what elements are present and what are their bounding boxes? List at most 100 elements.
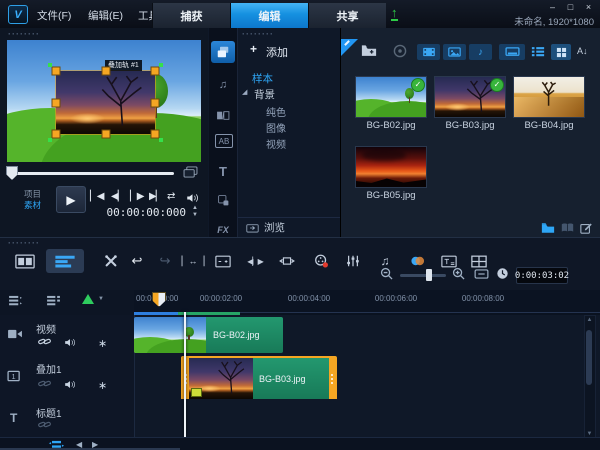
playhead-flag[interactable]	[152, 292, 166, 307]
gallery-item-name[interactable]: BG-B02.jpg	[352, 120, 430, 131]
filter-audio-icon[interactable]: ♪	[469, 44, 492, 60]
tree-item-sample[interactable]: 样本	[252, 71, 273, 86]
close-button[interactable]: ×	[581, 1, 596, 12]
rotate-handle[interactable]	[48, 138, 52, 142]
tab-share[interactable]: 共享	[308, 3, 386, 28]
gallery-item-thumbnail[interactable]	[514, 77, 584, 117]
graphics-category-icon[interactable]: AB	[215, 134, 233, 148]
gallery-item-thumbnail[interactable]: ✓	[356, 77, 426, 117]
split-clip-icon[interactable]: ◀▏▶	[242, 249, 268, 273]
link-toggle-icon[interactable]	[38, 337, 51, 346]
loop-button[interactable]: ⇄	[167, 191, 175, 202]
timeline-ruler[interactable]: 00:00:00:00 00:00:02:00 00:00:04:00 00:0…	[134, 290, 600, 313]
resize-handle[interactable]	[51, 66, 61, 76]
transition-category-icon[interactable]	[211, 105, 235, 125]
timeline-timecode[interactable]: 0:00:03:02	[515, 267, 569, 284]
audio-category-icon[interactable]: ♫	[211, 75, 235, 95]
link-toggle-icon[interactable]	[38, 379, 51, 388]
resize-handle[interactable]	[101, 66, 110, 76]
rotate-handle[interactable]	[159, 63, 163, 67]
rotate-handle[interactable]	[159, 138, 163, 142]
preview-viewport[interactable]: 叠加轨 #1	[7, 40, 201, 162]
step-forward-button[interactable]: ▏▶	[130, 191, 144, 202]
show-library-icon[interactable]	[499, 44, 525, 60]
timeline-clip-bg-b02[interactable]: BG-B02.jpg	[134, 317, 283, 353]
ripple-editing-icon[interactable]	[82, 294, 94, 304]
playhead-line[interactable]	[184, 312, 186, 437]
panel-grip[interactable]	[242, 32, 274, 36]
media-folder-icon[interactable]	[541, 222, 555, 233]
media-category-icon[interactable]	[211, 41, 235, 63]
scroll-up-icon[interactable]: ▲	[585, 317, 594, 323]
sound-mixer-icon[interactable]	[340, 249, 366, 273]
mode-clip-toggle[interactable]: 素材	[24, 199, 41, 235]
timecode-spinner[interactable]: ▲ ▼	[192, 205, 198, 219]
mute-track-icon[interactable]	[64, 337, 76, 348]
duration-clock-icon[interactable]	[496, 267, 509, 280]
track-row-title[interactable]: T 标题1	[0, 399, 600, 438]
panel-grip[interactable]	[8, 32, 40, 36]
menu-file[interactable]: 文件(F)	[37, 8, 71, 23]
play-button[interactable]: ▶	[56, 186, 86, 213]
zoom-out-icon[interactable]	[380, 267, 393, 280]
fit-project-icon[interactable]	[210, 249, 236, 273]
gallery-item-name[interactable]: BG-B05.jpg	[352, 190, 430, 201]
filter-video-icon[interactable]	[417, 44, 440, 60]
mute-track-icon[interactable]	[64, 379, 76, 390]
add-icon[interactable]: +	[250, 42, 257, 56]
track-manager-icon[interactable]	[8, 295, 23, 306]
tree-item-image[interactable]: 图像	[266, 120, 286, 135]
gallery-item-name[interactable]: BG-B03.jpg	[431, 120, 509, 131]
trim-icon[interactable]: ▏↔▕	[180, 249, 206, 273]
scrollbar-thumb[interactable]	[586, 330, 592, 385]
rotate-handle[interactable]	[48, 63, 52, 67]
sort-icon[interactable]: A↓	[577, 46, 588, 56]
preview-timecode[interactable]: 00:00:00:000	[107, 206, 186, 219]
go-start-button[interactable]: ▏◀	[90, 191, 104, 202]
gallery-item-thumbnail[interactable]	[356, 147, 426, 187]
browse-row[interactable]: 浏览	[238, 217, 348, 237]
tab-capture[interactable]: 捕获	[152, 3, 230, 28]
menu-edit[interactable]: 编辑(E)	[88, 8, 123, 23]
go-end-button[interactable]: ▶▏	[149, 191, 163, 202]
timeline-zoom-slider[interactable]	[400, 274, 446, 277]
seek-bar[interactable]	[8, 172, 174, 175]
resize-handle[interactable]	[51, 98, 61, 107]
trim-handle-right[interactable]	[329, 358, 335, 399]
show-all-tracks-icon[interactable]	[46, 295, 61, 306]
overlay-selection-frame[interactable]: 叠加轨 #1	[48, 60, 163, 142]
zoom-in-icon[interactable]	[452, 267, 465, 280]
track-fx-icon[interactable]: ∗	[98, 337, 107, 350]
tree-item-video[interactable]: 视频	[266, 136, 286, 151]
track-row-overlay[interactable]: 1 叠加1 ∗ BG-B03.jpg	[0, 355, 600, 401]
step-back-button[interactable]: ◀▏	[111, 191, 125, 202]
fit-timeline-icon[interactable]	[474, 269, 489, 279]
resize-handle[interactable]	[150, 98, 160, 107]
resize-handle[interactable]	[51, 129, 61, 139]
redo-icon[interactable]: ↪	[152, 249, 178, 273]
add-folder-label[interactable]: 添加	[266, 44, 288, 60]
import-media-icon[interactable]	[361, 44, 377, 57]
enlarge-preview-icon[interactable]	[183, 166, 198, 178]
grid-view-icon[interactable]	[551, 44, 571, 60]
tree-item-solid[interactable]: 纯色	[266, 104, 286, 119]
seek-thumb[interactable]	[6, 166, 18, 180]
maximize-button[interactable]: □	[563, 1, 578, 12]
chevron-down-icon[interactable]: ▼	[98, 296, 104, 302]
record-capture-icon[interactable]	[308, 249, 334, 273]
undo-icon[interactable]: ↩	[124, 249, 150, 273]
gallery-item-thumbnail[interactable]: ✓	[435, 77, 505, 117]
minimize-button[interactable]: –	[545, 1, 560, 12]
edit-pencil-icon[interactable]	[580, 222, 592, 234]
track-row-video[interactable]: 视频 ∗ BG-B02.jpg	[0, 315, 600, 356]
timeline-clip-bg-b03-selected[interactable]: BG-B03.jpg	[181, 356, 337, 401]
record-import-icon[interactable]	[393, 44, 407, 58]
pin-panel-icon[interactable]	[341, 39, 358, 56]
volume-icon[interactable]	[186, 192, 199, 204]
link-toggle-icon[interactable]	[38, 420, 51, 429]
editing-tools-icon[interactable]	[98, 249, 124, 273]
storyboard-view-icon[interactable]	[10, 249, 40, 273]
template-category-icon[interactable]	[211, 190, 235, 210]
list-view-icon[interactable]	[531, 46, 545, 57]
resize-handle[interactable]	[150, 66, 160, 76]
